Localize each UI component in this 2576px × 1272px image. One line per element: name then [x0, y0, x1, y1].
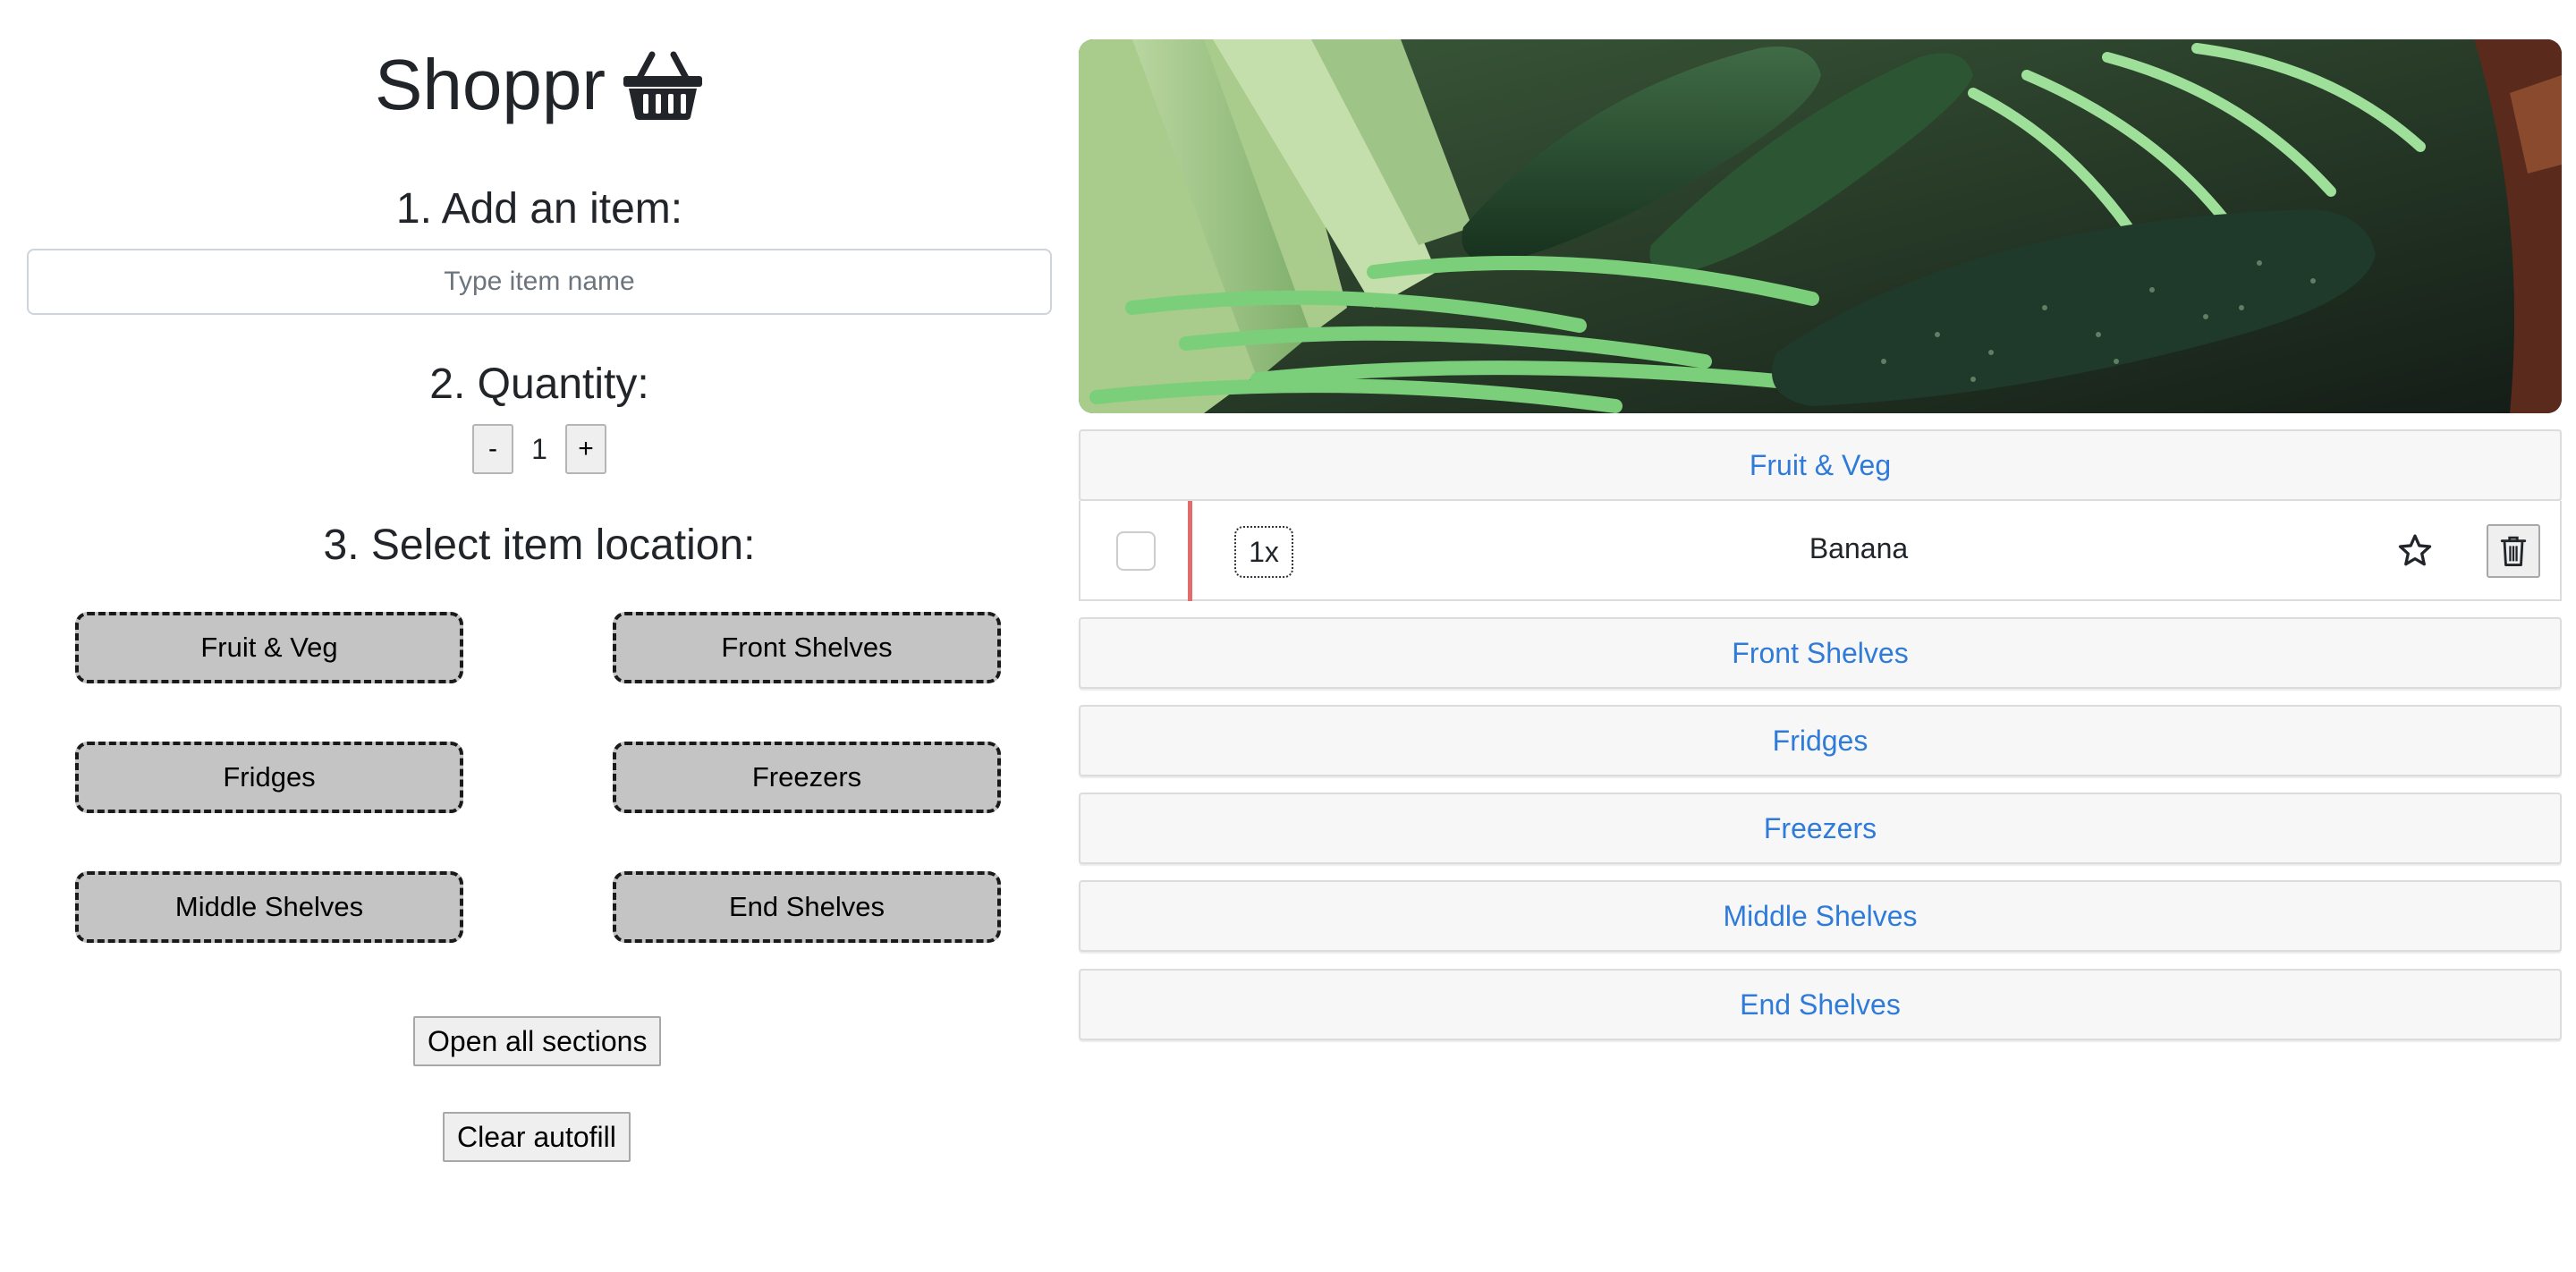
trash-icon: [2500, 536, 2527, 566]
increment-quantity-button[interactable]: +: [565, 424, 606, 474]
location-button-end-shelves[interactable]: End Shelves: [613, 871, 1001, 943]
star-icon[interactable]: [2395, 531, 2435, 571]
quantity-value: 1: [531, 432, 547, 465]
delete-item-button[interactable]: [2487, 524, 2540, 578]
clear-autofill-button[interactable]: Clear autofill: [443, 1112, 631, 1162]
item-name: Banana: [1809, 532, 1909, 564]
location-button-fruit-veg[interactable]: Fruit & Veg: [75, 612, 463, 683]
step-location-heading: 3. Select item location:: [323, 522, 756, 569]
hero-vegetables-image: [1079, 39, 2562, 413]
app-title-text: Shoppr: [375, 45, 606, 124]
list-item: 1x Banana: [1079, 501, 2562, 601]
item-marker: [1188, 501, 1192, 601]
location-button-front-shelves[interactable]: Front Shelves: [613, 612, 1001, 683]
section-header-middle-shelves[interactable]: Middle Shelves: [1079, 880, 2562, 952]
section-header-fruit-veg[interactable]: Fruit & Veg: [1079, 429, 2562, 501]
section-header-front-shelves[interactable]: Front Shelves: [1079, 617, 2562, 689]
location-button-freezers[interactable]: Freezers: [613, 742, 1001, 813]
open-all-sections-button[interactable]: Open all sections: [413, 1016, 662, 1066]
section-header-end-shelves[interactable]: End Shelves: [1079, 969, 2562, 1040]
basket-icon: [623, 51, 702, 120]
step-add-item-heading: 1. Add an item:: [395, 185, 683, 233]
item-name-input[interactable]: [27, 249, 1052, 315]
item-checkbox[interactable]: [1116, 531, 1156, 571]
app-title: Shoppr: [27, 36, 1052, 134]
section-header-fridges[interactable]: Fridges: [1079, 705, 2562, 776]
item-quantity-badge[interactable]: 1x: [1234, 526, 1293, 578]
location-button-middle-shelves[interactable]: Middle Shelves: [75, 871, 463, 943]
step-quantity-heading: 2. Quantity:: [429, 360, 649, 408]
location-button-fridges[interactable]: Fridges: [75, 742, 463, 813]
decrement-quantity-button[interactable]: -: [472, 424, 513, 474]
quantity-stepper: - 1 +: [27, 424, 1052, 474]
section-header-freezers[interactable]: Freezers: [1079, 793, 2562, 864]
